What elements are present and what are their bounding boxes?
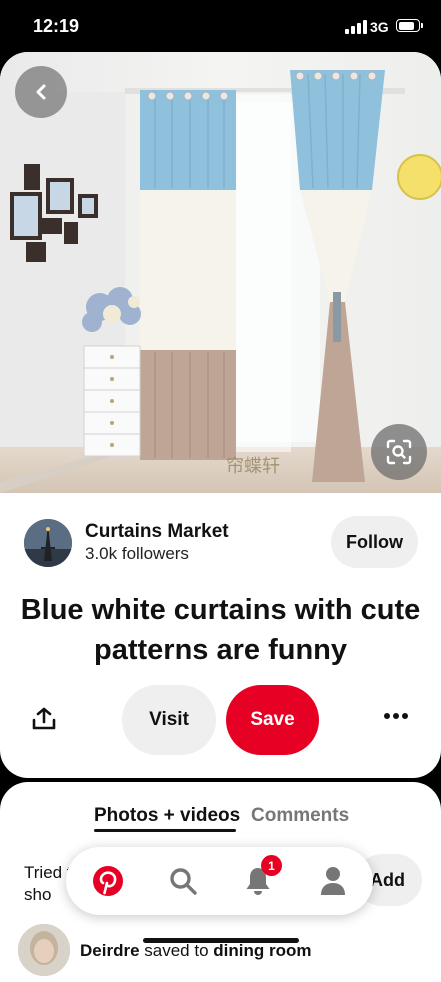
bottom-nav bbox=[66, 847, 373, 915]
activity-board-name[interactable]: dining room bbox=[213, 941, 311, 960]
lens-search-icon bbox=[386, 439, 412, 465]
save-button[interactable]: Save bbox=[226, 685, 319, 755]
battery-icon bbox=[396, 19, 423, 32]
nav-home[interactable] bbox=[91, 864, 125, 898]
creator-followers: 3.0k followers bbox=[85, 544, 189, 563]
activity-middle: saved to bbox=[139, 941, 214, 960]
visit-button[interactable]: Visit bbox=[122, 685, 216, 755]
tab-photos-videos[interactable]: Photos + videos bbox=[94, 805, 240, 827]
pin-detail-card: 帘蝶轩 Curtains Market 3.0k followers Follo… bbox=[0, 52, 441, 778]
share-icon[interactable] bbox=[31, 706, 57, 732]
search-icon bbox=[170, 868, 197, 895]
status-time: 12:19 bbox=[33, 16, 80, 36]
pin-action-row: Visit Save bbox=[0, 684, 441, 756]
tab-comments[interactable]: Comments bbox=[251, 805, 349, 827]
creator-avatar[interactable] bbox=[24, 519, 72, 567]
pin-title: Blue white curtains with cute patterns a… bbox=[20, 594, 421, 666]
activity-user-name[interactable]: Deirdre bbox=[80, 941, 140, 960]
pin-image[interactable]: 帘蝶轩 bbox=[0, 52, 441, 493]
activity-row[interactable]: Deirdre saved to dining room bbox=[18, 924, 438, 976]
back-button[interactable] bbox=[15, 66, 67, 118]
activity-text: Deirdre saved to dining room bbox=[80, 941, 311, 961]
creator-name[interactable]: Curtains Market bbox=[85, 521, 229, 543]
activity-user-avatar[interactable] bbox=[18, 924, 70, 976]
image-watermark: 帘蝶轩 bbox=[226, 456, 280, 477]
status-bar: 12:19 3G bbox=[0, 0, 441, 52]
cellular-signal-icon bbox=[345, 20, 367, 34]
nav-profile[interactable] bbox=[316, 864, 350, 898]
home-indicator[interactable] bbox=[143, 938, 299, 943]
follow-button[interactable]: Follow bbox=[331, 516, 418, 568]
network-type: 3G bbox=[370, 19, 389, 35]
notification-badge: 1 bbox=[261, 855, 282, 876]
active-tab-indicator bbox=[94, 829, 236, 832]
creator-row: Curtains Market 3.0k followers Follow bbox=[24, 516, 424, 569]
profile-icon bbox=[321, 867, 345, 895]
chevron-left-icon bbox=[36, 84, 46, 100]
visual-search-button[interactable] bbox=[371, 424, 427, 480]
battery-level bbox=[398, 21, 414, 30]
pinterest-logo-icon bbox=[93, 866, 123, 896]
nav-search[interactable] bbox=[166, 864, 200, 898]
more-options-icon[interactable] bbox=[384, 712, 408, 720]
